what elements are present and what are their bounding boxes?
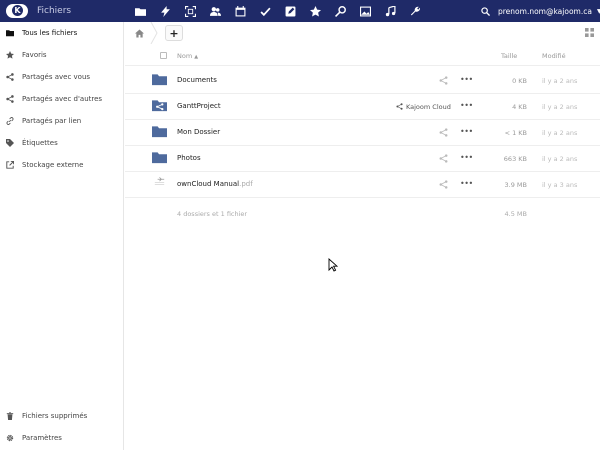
column-name[interactable]: Nom ▲	[177, 52, 198, 60]
star-icon	[6, 51, 14, 59]
external-icon	[6, 161, 14, 169]
file-size: < 1 KB	[504, 129, 527, 137]
file-modified: il y a 2 ans	[542, 103, 578, 111]
sidebar-item-label: Tous les fichiers	[22, 29, 78, 37]
app-name[interactable]: Fichiers	[37, 6, 71, 16]
share-icon	[396, 103, 403, 110]
user-menu[interactable]: prenom.nom@kajoom.ca ▼	[498, 0, 600, 22]
summary-total-size: 4.5 MB	[504, 210, 527, 218]
mouse-cursor-icon	[328, 258, 338, 272]
table-row[interactable]: Photos ••• 663 KB il y a 2 ans	[125, 146, 600, 172]
file-size: 4 KB	[512, 103, 527, 111]
table-row[interactable]: Documents ••• 0 KB il y a 2 ans	[125, 68, 600, 94]
sidebar-item-label: Favoris	[22, 51, 47, 59]
share-icon[interactable]	[439, 128, 448, 137]
file-name[interactable]: ownCloud Manual.pdf	[177, 180, 253, 188]
file-name[interactable]: Documents	[177, 76, 217, 84]
breadcrumb-separator-icon	[150, 22, 158, 44]
file-extension: .pdf	[239, 180, 253, 188]
file-modified: il y a 2 ans	[542, 129, 578, 137]
file-basename: ownCloud Manual	[177, 180, 240, 188]
file-list-panel: + Nom ▲ Taille Modifié Documents ••• 0 K…	[125, 22, 600, 450]
search-icon[interactable]	[478, 4, 492, 18]
breadcrumb: +	[125, 22, 600, 44]
share-icon	[6, 73, 14, 81]
expand-icon[interactable]	[178, 0, 203, 22]
file-size: 0 KB	[512, 77, 527, 85]
sidebar-item-all-files[interactable]: Tous les fichiers	[0, 22, 124, 44]
grid-view-icon[interactable]	[585, 28, 594, 37]
edit-icon[interactable]	[278, 0, 303, 22]
gear-icon	[6, 434, 14, 442]
sidebar: Tous les fichiers Favoris Partagés avec …	[0, 22, 124, 450]
summary-count: 4 dossiers et 1 fichier	[177, 210, 248, 218]
file-modified: il y a 3 ans	[542, 181, 578, 189]
lightning-icon[interactable]	[153, 0, 178, 22]
select-all-checkbox[interactable]	[160, 52, 167, 59]
column-name-label: Nom	[177, 52, 193, 60]
sidebar-item-external-storage[interactable]: Stockage externe	[0, 154, 124, 176]
sidebar-item-shared-by-link[interactable]: Partagés par lien	[0, 110, 124, 132]
key-icon[interactable]	[328, 0, 353, 22]
user-name: prenom.nom@kajoom.ca	[498, 6, 592, 16]
check-icon[interactable]	[253, 0, 278, 22]
folder-icon	[152, 152, 167, 164]
sidebar-item-label: Étiquettes	[22, 139, 58, 147]
app-launcher	[128, 0, 428, 22]
file-size: 3.9 MB	[504, 181, 527, 189]
share-icon[interactable]	[439, 154, 448, 163]
sidebar-item-deleted-files[interactable]: Fichiers supprimés	[0, 405, 124, 427]
file-name[interactable]: Mon Dossier	[177, 128, 220, 136]
folder-icon	[152, 74, 167, 86]
share-icon[interactable]	[439, 180, 448, 189]
shared-folder-icon	[152, 100, 167, 112]
calendar-icon[interactable]	[228, 0, 253, 22]
sort-asc-icon: ▲	[194, 54, 199, 60]
folder-icon	[6, 29, 14, 37]
wrench-icon[interactable]	[403, 0, 428, 22]
column-modified[interactable]: Modifié	[542, 52, 566, 60]
file-size: 663 KB	[503, 155, 527, 163]
sidebar-item-label: Paramètres	[22, 434, 62, 442]
table-row[interactable]: GanttProject Kajoom Cloud ••• 4 KB il y …	[125, 94, 600, 120]
folder-icon[interactable]	[128, 0, 153, 22]
file-name[interactable]: Photos	[177, 154, 201, 162]
logo[interactable]: K	[6, 4, 28, 18]
music-icon[interactable]	[378, 0, 403, 22]
folder-icon	[152, 126, 167, 138]
sidebar-item-tags[interactable]: Étiquettes	[0, 132, 124, 154]
file-name[interactable]: GanttProject	[177, 102, 221, 110]
sidebar-item-label: Partagés par lien	[22, 117, 82, 125]
sidebar-item-label: Partagés avec d'autres	[22, 95, 103, 103]
table-row[interactable]: Mon Dossier ••• < 1 KB il y a 2 ans	[125, 120, 600, 146]
trash-icon	[6, 412, 14, 420]
table-header: Nom ▲ Taille Modifié	[125, 46, 600, 66]
shared-with-text: Kajoom Cloud	[406, 102, 451, 111]
pdf-file-icon	[154, 177, 165, 185]
sidebar-item-label: Stockage externe	[22, 161, 84, 169]
share-icon	[6, 95, 14, 103]
logo-letter: K	[12, 5, 23, 16]
contacts-icon[interactable]	[203, 0, 228, 22]
sidebar-item-favorites[interactable]: Favoris	[0, 44, 124, 66]
share-icon[interactable]	[439, 76, 448, 85]
star-icon[interactable]	[303, 0, 328, 22]
file-modified: il y a 2 ans	[542, 155, 578, 163]
link-icon	[6, 117, 14, 125]
tag-icon	[6, 139, 14, 147]
table-row[interactable]: ownCloud Manual.pdf ••• 3.9 MB il y a 3 …	[125, 172, 600, 198]
column-size[interactable]: Taille	[501, 52, 517, 60]
sidebar-item-shared-with-others[interactable]: Partagés avec d'autres	[0, 88, 124, 110]
file-modified: il y a 2 ans	[542, 77, 578, 85]
image-icon[interactable]	[353, 0, 378, 22]
new-file-button[interactable]: +	[165, 25, 183, 41]
sidebar-item-label: Fichiers supprimés	[22, 412, 88, 420]
table-summary: 4 dossiers et 1 fichier 4.5 MB	[125, 205, 600, 225]
sidebar-item-label: Partagés avec vous	[22, 73, 91, 81]
shared-with-label[interactable]: Kajoom Cloud	[396, 102, 451, 111]
home-icon[interactable]	[133, 27, 145, 39]
sidebar-item-settings[interactable]: Paramètres	[0, 427, 124, 449]
sidebar-item-shared-with-you[interactable]: Partagés avec vous	[0, 66, 124, 88]
